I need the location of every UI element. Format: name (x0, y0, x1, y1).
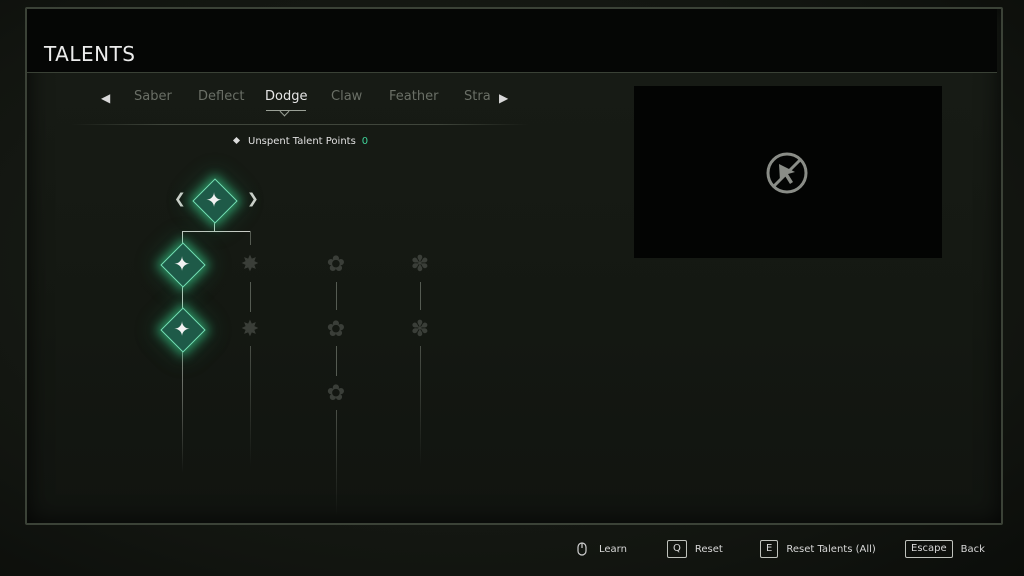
talent-tree: ❮ ❯ ✦ ✦ ✦ ✸ ✸ ✿ ✿ ✿ ✽ ✽ (0, 0, 600, 576)
raven-icon: ✽ (410, 316, 430, 342)
connector-line (336, 282, 337, 310)
talent-node-col1-row2[interactable]: ✦ (160, 307, 206, 353)
reset-all-label: Reset Talents (All) (786, 543, 876, 555)
talent-node-col2-row1[interactable]: ✸ (232, 246, 268, 282)
reset-all-key: E (760, 540, 779, 558)
reset-all-hint[interactable]: E Reset Talents (All) (760, 538, 876, 560)
beast-icon: ✿ (326, 380, 346, 406)
talent-node-col3-row3[interactable]: ✿ (318, 375, 354, 411)
back-hint[interactable]: Escape Back (905, 538, 985, 560)
learn-hint[interactable]: Learn (577, 538, 627, 560)
footer-hints: Learn Q Reset E Reset Talents (All) Esca… (0, 538, 1024, 560)
connector-line (420, 282, 421, 310)
back-key: Escape (905, 540, 953, 558)
talent-node-col4-row1[interactable]: ✽ (402, 246, 438, 282)
connector-line (182, 348, 183, 473)
wolf-slash-icon: ✸ (240, 251, 260, 277)
talent-node-col3-row2[interactable]: ✿ (318, 311, 354, 347)
wolf-slash-icon: ✸ (240, 316, 260, 342)
reset-label: Reset (694, 543, 723, 555)
talent-node-col3-row1[interactable]: ✿ (318, 246, 354, 282)
learn-label: Learn (599, 543, 627, 555)
connector-line (250, 346, 251, 466)
reset-hint[interactable]: Q Reset (667, 538, 723, 560)
talent-node-root[interactable]: ✦ (192, 178, 238, 224)
talent-node-col1-row1[interactable]: ✦ (160, 242, 206, 288)
root-prev-arrow-icon[interactable]: ❮ (174, 191, 186, 207)
talent-node-col4-row2[interactable]: ✽ (402, 311, 438, 347)
wolf-dodge-icon: ✦ (173, 252, 191, 276)
no-cursor-icon (766, 152, 808, 194)
beast-icon: ✿ (326, 316, 346, 342)
connector-line (336, 346, 337, 376)
connector-line (250, 231, 251, 245)
connector-line (420, 346, 421, 466)
reset-key: Q (667, 540, 687, 558)
mouse-icon (577, 542, 587, 556)
connector-line (182, 231, 250, 232)
root-next-arrow-icon[interactable]: ❯ (247, 191, 259, 207)
connector-line (336, 410, 337, 515)
beast-icon: ✿ (326, 251, 346, 277)
talent-node-col2-row2[interactable]: ✸ (232, 311, 268, 347)
back-label: Back (960, 543, 985, 555)
wolf-dodge-icon: ✦ (173, 317, 191, 341)
raven-icon: ✽ (410, 251, 430, 277)
connector-line (250, 282, 251, 312)
wolf-dodge-icon: ✦ (205, 188, 223, 212)
